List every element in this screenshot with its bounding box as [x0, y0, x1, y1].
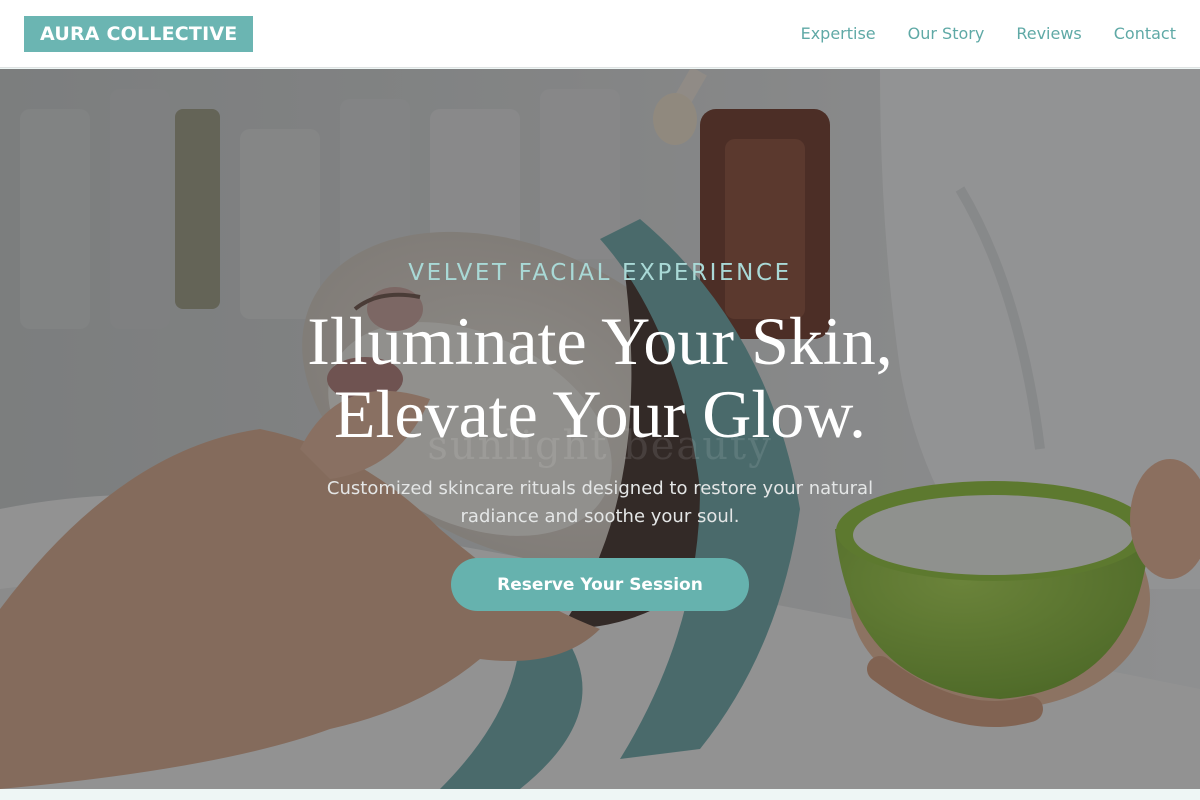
top-navbar: AURA COLLECTIVE Expertise Our Story Revi… — [0, 0, 1200, 68]
bottom-strip — [0, 789, 1200, 800]
hero-content: VELVET FACIAL EXPERIENCE Illuminate Your… — [0, 69, 1200, 789]
nav-link-expertise[interactable]: Expertise — [801, 24, 876, 43]
reserve-session-button[interactable]: Reserve Your Session — [451, 558, 749, 611]
hero-eyebrow: VELVET FACIAL EXPERIENCE — [408, 260, 792, 286]
nav-link-reviews[interactable]: Reviews — [1016, 24, 1081, 43]
hero-section: sunlight beauty VELVET FACIAL EXPERIENCE… — [0, 69, 1200, 789]
hero-headline-line2: Elevate Your Glow. — [334, 376, 866, 452]
hero-headline-line1: Illuminate Your Skin, — [307, 303, 893, 379]
hero-subtext: Customized skincare rituals designed to … — [326, 478, 874, 527]
nav-links: Expertise Our Story Reviews Contact — [801, 24, 1176, 43]
brand-logo[interactable]: AURA COLLECTIVE — [24, 15, 254, 52]
hero-headline: Illuminate Your Skin, Elevate Your Glow. — [0, 305, 1200, 451]
nav-link-contact[interactable]: Contact — [1114, 24, 1176, 43]
nav-link-our-story[interactable]: Our Story — [908, 24, 985, 43]
